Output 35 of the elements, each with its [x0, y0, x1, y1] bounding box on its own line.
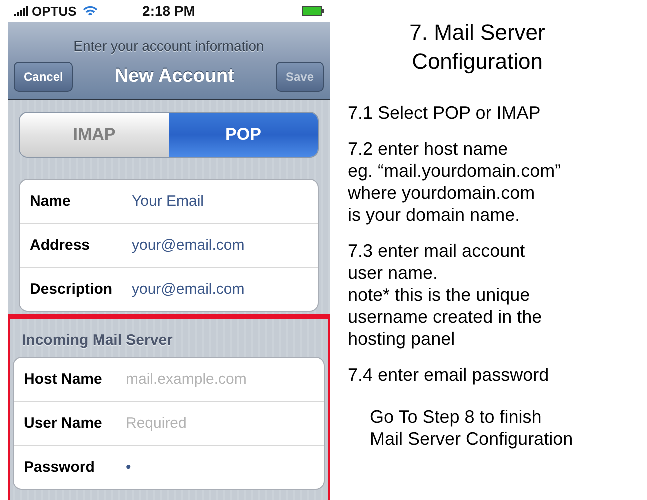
field-label: Host Name [24, 371, 104, 388]
instruction-text: 7.2 enter host name [348, 138, 510, 160]
field-label: Description [30, 281, 114, 298]
instruction-text: where yourdomain.com [348, 182, 536, 204]
instruction-text: 7.1 Select POP or IMAP [348, 102, 542, 124]
field-label: Name [30, 193, 72, 210]
clock: 2:18 PM [142, 3, 196, 19]
field-label: Address [30, 237, 92, 254]
instruction-text: hosting panel [348, 328, 456, 350]
nav-prompt: Enter your account information [74, 38, 264, 54]
instruction-text: note* this is the unique [348, 284, 532, 306]
field-label: User Name [24, 415, 104, 432]
field-value[interactable]: Your Email [132, 193, 204, 210]
instruction-text: 7.3 enter mail account [348, 240, 526, 262]
nav-title: New Account [114, 66, 234, 88]
field-value[interactable]: your@email.com [132, 237, 245, 254]
instruction-text: 7.4 enter email password [348, 364, 550, 386]
segment[interactable]: POP [169, 113, 318, 157]
instructions-title: 7. Mail Server Configuration [410, 19, 546, 76]
instruction-text: Go To Step 8 to finish [370, 406, 543, 428]
section-header: Incoming Mail Server [21, 331, 174, 351]
signal-icon [14, 6, 30, 16]
instruction-text: Mail Server Configuration [370, 428, 574, 450]
instruction-text: user name. [348, 262, 440, 284]
instruction-text: username created in the [348, 306, 544, 328]
wifi-icon [82, 6, 98, 16]
segment[interactable]: IMAP [20, 113, 169, 157]
field-label: Password [24, 459, 96, 476]
instruction-text: eg. “mail.yourdomain.com” [348, 160, 562, 182]
field-value[interactable]: • [126, 459, 132, 476]
instruction-text: is your domain name. [348, 204, 522, 226]
carrier: OPTUS [32, 4, 77, 18]
battery-icon [302, 6, 324, 16]
field-value[interactable]: your@email.com [132, 281, 245, 298]
cancel-button[interactable]: Cancel [14, 62, 74, 92]
